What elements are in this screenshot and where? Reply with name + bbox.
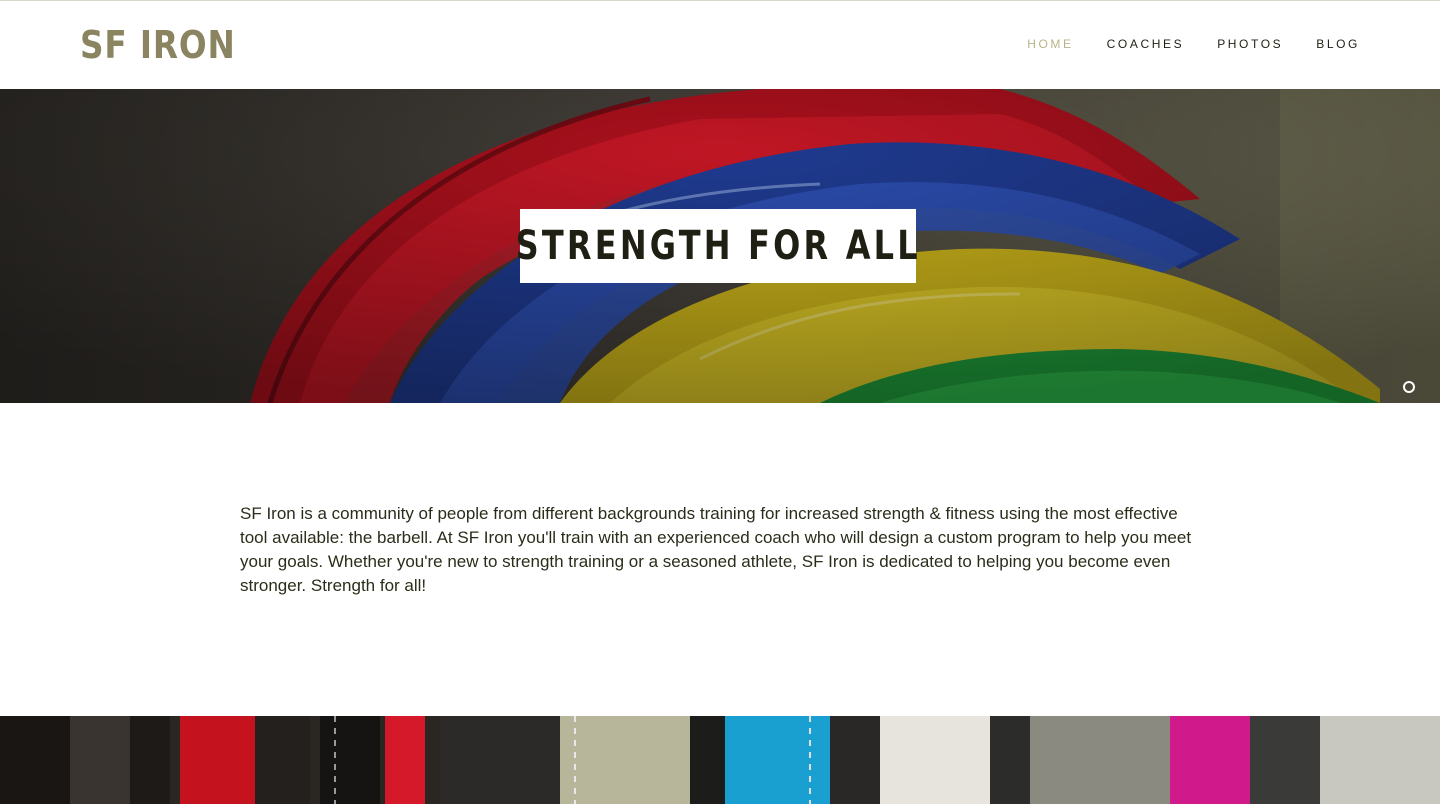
bottom-background-image xyxy=(0,716,1440,804)
hero-banner: STRENGTH FOR ALL xyxy=(0,89,1440,403)
site-logo[interactable]: SF IRON xyxy=(80,23,236,67)
nav-home-link[interactable]: HOME xyxy=(1027,37,1073,51)
hero-title: STRENGTH FOR ALL xyxy=(515,223,921,269)
intro-paragraph: SF Iron is a community of people from di… xyxy=(240,504,1192,595)
nav-blog-link[interactable]: BLOG xyxy=(1316,37,1360,51)
slide-dot-icon[interactable] xyxy=(1403,381,1415,393)
bottom-banner xyxy=(0,716,1440,804)
hero-title-box: STRENGTH FOR ALL xyxy=(515,209,917,283)
main-nav: HOME COACHES PHOTOS BLOG xyxy=(994,37,1360,51)
nav-coaches-link[interactable]: COACHES xyxy=(1107,37,1185,51)
site-header: SF IRON HOME COACHES PHOTOS BLOG xyxy=(0,1,1440,89)
nav-photos-link[interactable]: PHOTOS xyxy=(1217,37,1283,51)
